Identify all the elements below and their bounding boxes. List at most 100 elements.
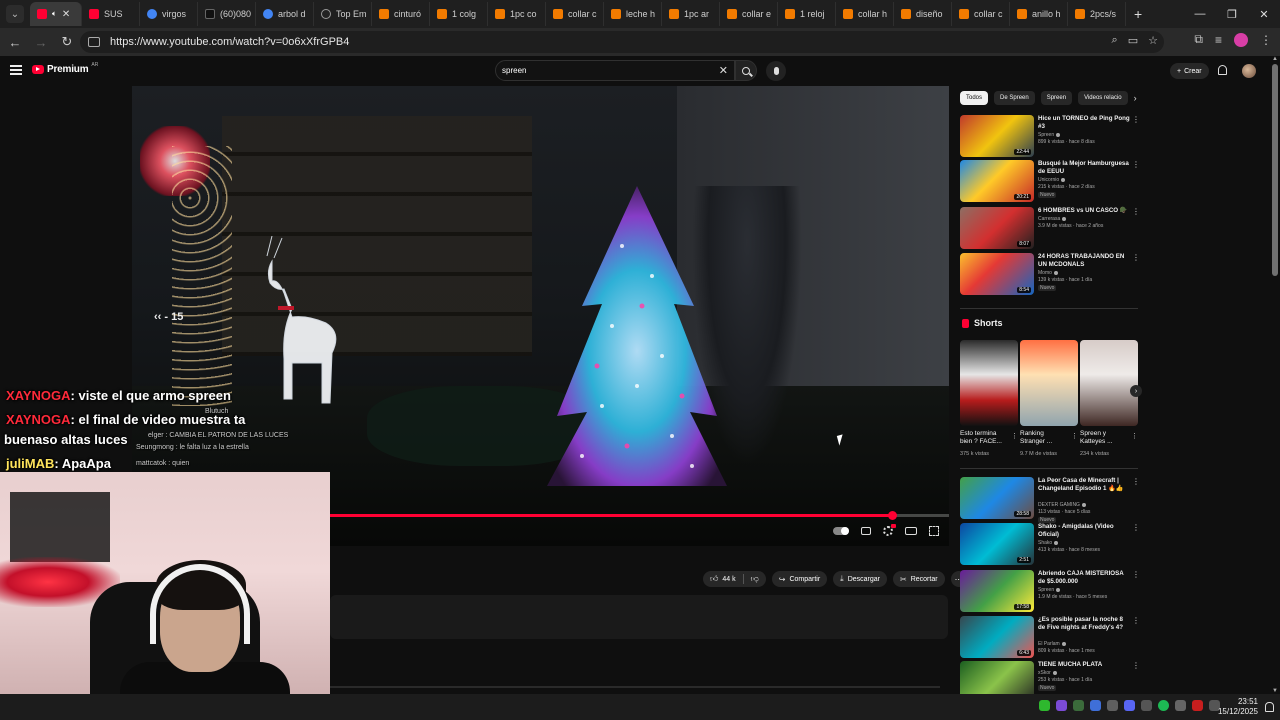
shorts-next-button[interactable]: › xyxy=(1130,385,1142,397)
browser-tab[interactable]: leche h xyxy=(604,2,662,26)
browser-tab[interactable]: collar h xyxy=(836,2,894,26)
settings-gear-icon[interactable] xyxy=(883,524,896,536)
channel-name[interactable]: Momo xyxy=(1038,270,1058,276)
browser-tab[interactable]: diseño xyxy=(894,2,952,26)
theater-mode-icon[interactable] xyxy=(905,527,917,535)
filter-chip[interactable]: Spreen xyxy=(1040,91,1073,105)
video-thumbnail[interactable]: 20:21 xyxy=(960,160,1034,202)
browser-tab[interactable]: 1 reloj xyxy=(778,2,836,26)
restore-button[interactable]: ❐ xyxy=(1216,0,1248,28)
browser-tab[interactable]: cinturó xyxy=(372,2,430,26)
short-video[interactable]: Esto termina bien ? FACE... 375 k vistas ⋮ xyxy=(960,340,1018,457)
tray-app-green-icon[interactable] xyxy=(1039,700,1050,711)
recommended-video[interactable]: 17:58 Abriendo CAJA MISTERIOSA de $5.000.… xyxy=(960,570,1140,614)
video-title[interactable]: Hice un TORNEO de Ping Pong #3 xyxy=(1038,115,1130,131)
share-button[interactable]: ↪ Compartir xyxy=(771,571,828,587)
browser-tab[interactable]: SUS xyxy=(82,2,140,26)
like-count[interactable]: 44 k xyxy=(722,576,735,583)
channel-name[interactable]: Unicornio xyxy=(1038,177,1066,183)
tray-app-dark-icon[interactable] xyxy=(1073,700,1084,711)
zoom-icon[interactable]: ⌕ xyxy=(1112,34,1118,47)
short-thumbnail[interactable] xyxy=(1080,340,1138,426)
filter-chip[interactable]: De Spreen xyxy=(994,91,1035,105)
video-thumbnail[interactable]: 22:44 xyxy=(960,115,1034,157)
video-title[interactable]: Shako - Amigdalas (Video Oficial) xyxy=(1038,523,1130,539)
video-thumbnail[interactable]: 28:58 xyxy=(960,477,1034,519)
recommended-video[interactable]: 2:51 Shako - Amigdalas (Video Oficial) Sha… xyxy=(960,523,1140,567)
more-options-icon[interactable]: ⋮ xyxy=(1132,115,1140,124)
short-video[interactable]: Spreen y Katteyes ... 234 k vistas ⋮ xyxy=(1080,340,1138,457)
profile-avatar[interactable] xyxy=(1234,32,1248,47)
tray-volume-icon[interactable] xyxy=(1175,700,1186,711)
youtube-logo[interactable]: Premium AR xyxy=(32,62,98,75)
video-title[interactable]: 6 HOMBRES vs UN CASCO 🪖 xyxy=(1038,207,1130,215)
create-button[interactable]: + Crear xyxy=(1170,63,1209,79)
forward-button[interactable]: → xyxy=(30,31,52,53)
search-input-value[interactable]: spreen xyxy=(502,66,526,75)
scroll-thumb[interactable] xyxy=(1272,64,1278,276)
browser-tab[interactable]: collar e xyxy=(720,2,778,26)
browser-menu-icon[interactable]: ⋮ xyxy=(1260,33,1272,47)
video-thumbnail[interactable]: 8:07 xyxy=(960,207,1034,249)
extensions-icon[interactable]: ⧉ xyxy=(1194,32,1203,47)
recommended-video[interactable]: 22:44 Hice un TORNEO de Ping Pong #3 Spree… xyxy=(960,115,1140,159)
close-window-button[interactable]: ✕ xyxy=(1248,0,1280,28)
video-title[interactable]: ¿Es posible pasar la noche 8 de Five nig… xyxy=(1038,616,1130,632)
video-title[interactable]: Busqué la Mejor Hamburguesa de EEUU xyxy=(1038,160,1130,176)
video-thumbnail[interactable]: 2:51 xyxy=(960,523,1034,565)
more-options-icon[interactable]: ⋮ xyxy=(1132,661,1140,670)
dislike-icon[interactable]: 👎︎ xyxy=(751,574,759,584)
short-thumbnail[interactable] xyxy=(1020,340,1078,426)
recommended-video[interactable]: 28:58 La Peor Casa de Minecraft | Changel… xyxy=(960,477,1140,523)
page-scrollbar[interactable]: ▲ ▼ xyxy=(1270,56,1280,694)
more-options-icon[interactable]: ⋮ xyxy=(1132,253,1140,262)
more-options-icon[interactable]: ⋮ xyxy=(1132,477,1140,486)
new-tab-button[interactable]: + xyxy=(1134,6,1142,22)
browser-tab[interactable]: 1 colg xyxy=(430,2,488,26)
browser-tab[interactable]: collar c xyxy=(546,2,604,26)
fullscreen-icon[interactable] xyxy=(929,526,939,536)
more-options-icon[interactable]: ⋮ xyxy=(1132,616,1140,625)
description-box[interactable] xyxy=(330,595,948,639)
tray-mic-icon[interactable] xyxy=(1107,700,1118,711)
tray-spotify-icon[interactable] xyxy=(1158,700,1169,711)
short-title[interactable]: Spreen y Katteyes ... xyxy=(1080,430,1128,446)
progress-scrubber[interactable] xyxy=(888,511,898,520)
account-avatar[interactable] xyxy=(1242,64,1256,78)
browser-tab[interactable]: (60)080 xyxy=(198,2,256,26)
recommended-video[interactable]: 8:07 6 HOMBRES vs UN CASCO 🪖 Carrerasa 3.9 … xyxy=(960,207,1140,251)
channel-name[interactable]: Carrerasa xyxy=(1038,216,1067,222)
search-button[interactable] xyxy=(735,60,757,81)
url-text[interactable]: https://www.youtube.com/watch?v=0o6xXfrG… xyxy=(110,36,349,48)
short-video[interactable]: Ranking Stranger ... 9.7 M de vistas ⋮ xyxy=(1020,340,1078,457)
progress-bar[interactable] xyxy=(330,511,949,520)
more-options-icon[interactable]: ⋮ xyxy=(1011,432,1018,440)
more-options-icon[interactable]: ⋮ xyxy=(1132,523,1140,532)
browser-tab[interactable]: 2pcs/s xyxy=(1068,2,1126,26)
browser-tab[interactable]: collar c xyxy=(952,2,1010,26)
channel-name[interactable]: Spreen xyxy=(1038,587,1061,593)
video-thumbnail[interactable]: 8:54 xyxy=(960,253,1034,295)
tab-search-button[interactable]: ⌄ xyxy=(6,5,24,23)
notification-center-icon[interactable] xyxy=(1265,702,1274,712)
channel-name[interactable]: El Parlam xyxy=(1038,641,1066,647)
more-options-icon[interactable]: ⋮ xyxy=(1071,432,1078,440)
guide-menu-icon[interactable] xyxy=(10,65,22,75)
video-title[interactable]: TIENE MUCHA PLATA xyxy=(1038,661,1130,669)
reload-button[interactable]: ↻ xyxy=(56,31,78,53)
tray-network-icon[interactable] xyxy=(1141,700,1152,711)
recommended-video[interactable]: 6:43 ¿Es posible pasar la noche 8 de Five… xyxy=(960,616,1140,660)
video-thumbnail[interactable]: 6:43 xyxy=(960,616,1034,658)
address-bar[interactable]: https://www.youtube.com/watch?v=0o6xXfrG… xyxy=(80,31,1164,53)
clip-button[interactable]: ✂ Recortar xyxy=(893,571,945,587)
tray-app-purple-icon[interactable] xyxy=(1056,700,1067,711)
channel-name[interactable]: xSkor xyxy=(1038,670,1057,676)
tray-record-icon[interactable] xyxy=(1192,700,1203,711)
filter-chip[interactable]: Videos relacio xyxy=(1078,91,1128,105)
tray-discord-icon[interactable] xyxy=(1124,700,1135,711)
download-button[interactable]: ⤓ Descargar xyxy=(833,571,888,587)
video-thumbnail[interactable]: 17:58 xyxy=(960,570,1034,612)
short-thumbnail[interactable] xyxy=(960,340,1018,426)
more-options-icon[interactable]: ⋮ xyxy=(1132,570,1140,579)
autoplay-toggle[interactable] xyxy=(833,527,849,535)
